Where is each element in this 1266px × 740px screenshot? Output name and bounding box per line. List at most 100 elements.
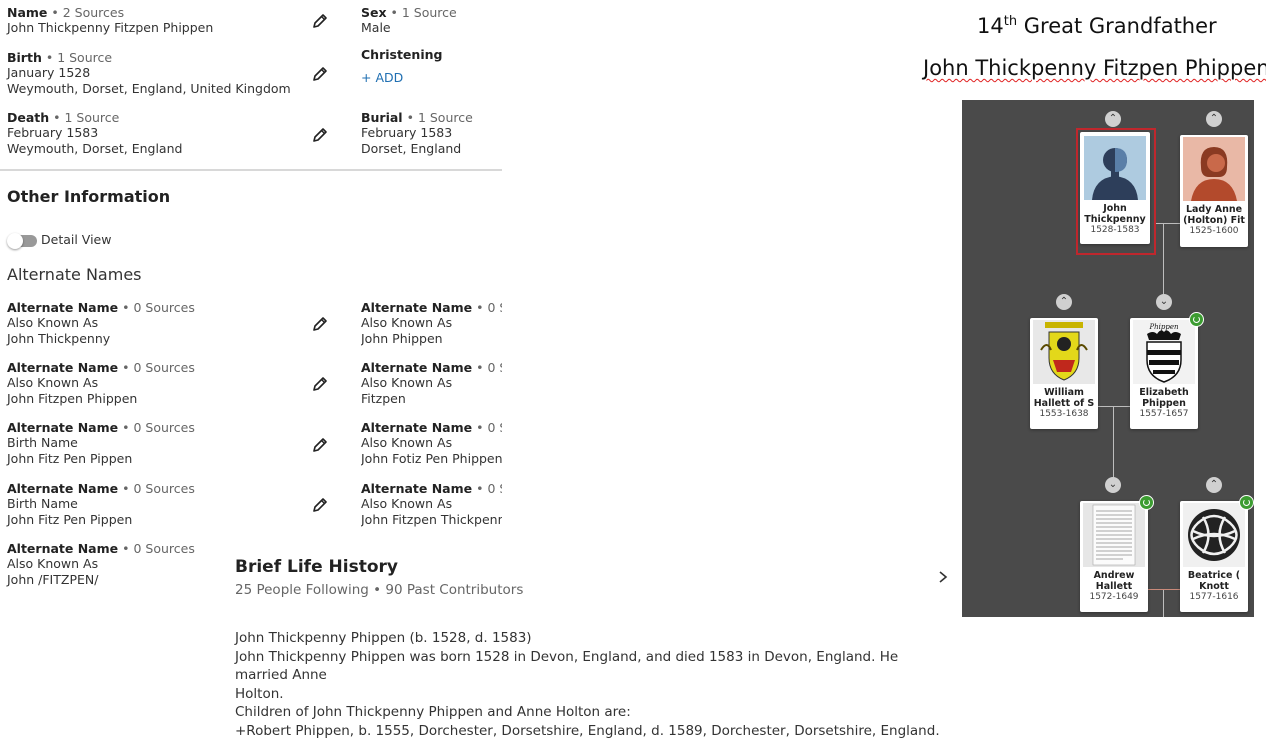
source-count[interactable]: • 1 Source <box>53 110 119 125</box>
source-count[interactable]: • 0 Sources <box>122 360 195 375</box>
knot-emblem-icon <box>1183 503 1245 567</box>
alt-name-right-4: Alternate Name • 0 Sou Also Known As Joh… <box>361 481 502 528</box>
alt-name-type: Also Known As <box>361 496 502 512</box>
alt-name-type: Birth Name <box>7 496 195 512</box>
life-history-title: Brief Life History <box>235 557 398 577</box>
person-name: Beatrice ( <box>1180 570 1248 581</box>
life-history-text: John Thickpenny Phippen (b. 1528, d. 158… <box>235 629 955 740</box>
expand-down-icon[interactable]: ⌄ <box>1105 477 1121 493</box>
person-card-elizabeth[interactable]: Phippen Elizabeth Phippen 1557-1657 <box>1130 318 1198 429</box>
edit-pencil-icon[interactable] <box>311 65 329 83</box>
add-christening-link[interactable]: + ADD <box>361 70 442 85</box>
alt-name-label: Alternate Name <box>361 360 472 375</box>
record-hint-icon[interactable] <box>1189 312 1204 327</box>
family-tree-panel[interactable]: ⌃ ⌃ ⌃ ⌄ ⌄ ⌃ John Thickpenny 1528-1583 La… <box>962 100 1254 617</box>
person-name: Lady Anne <box>1180 204 1248 215</box>
alt-name-value: John Fotiz Pen Phippen <box>361 451 502 467</box>
person-card-william[interactable]: William Hallett of S 1553-1638 <box>1030 318 1098 429</box>
alt-name-right-3: Alternate Name • 0 Sou Also Known As Joh… <box>361 420 502 467</box>
source-count[interactable]: • 0 Sou <box>476 420 502 435</box>
source-count[interactable]: • 0 Sou <box>476 360 502 375</box>
alt-name-label: Alternate Name <box>7 360 118 375</box>
vital-label-text: Sex <box>361 5 387 20</box>
male-silhouette-icon <box>1084 136 1146 200</box>
alt-name-value: John Phippen <box>361 331 502 347</box>
source-count[interactable]: • 0 Sources <box>122 541 195 556</box>
person-card-andrew[interactable]: Andrew Hallett 1572-1649 <box>1080 501 1148 612</box>
relationship-heading: 14th Great Grandfather <box>977 14 1217 38</box>
alt-name-left-4: Alternate Name • 0 Sources Birth Name Jo… <box>7 481 195 528</box>
expand-up-icon[interactable]: ⌃ <box>1206 111 1222 127</box>
relation-suffix: th <box>1004 14 1017 29</box>
vital-death: Death • 1 Source February 1583 Weymouth,… <box>7 110 182 157</box>
alt-name-value: Fitzpen <box>361 391 502 407</box>
person-name: Knott <box>1180 581 1248 592</box>
edit-pencil-icon[interactable] <box>311 496 329 514</box>
detail-view-toggle[interactable] <box>9 235 37 247</box>
person-name: Hallett of S <box>1030 398 1098 409</box>
person-card-john[interactable]: John Thickpenny 1528-1583 <box>1080 132 1150 244</box>
person-years: 1557-1657 <box>1130 409 1198 420</box>
source-count[interactable]: • 0 Sou <box>476 481 502 496</box>
coat-of-arms-icon <box>1033 320 1095 384</box>
edit-pencil-icon[interactable] <box>311 436 329 454</box>
record-hint-icon[interactable] <box>1139 495 1154 510</box>
alt-name-label: Alternate Name <box>7 541 118 556</box>
expand-up-icon[interactable]: ⌃ <box>1206 477 1222 493</box>
alt-name-value: John Thickpenny <box>7 331 195 347</box>
edit-pencil-icon[interactable] <box>311 315 329 333</box>
vital-label: Name • 2 Sources <box>7 5 213 20</box>
source-count[interactable]: • 0 Sou <box>476 300 502 315</box>
alt-name-type: Also Known As <box>7 556 195 572</box>
tree-connector <box>1098 406 1130 407</box>
person-name: John <box>1080 203 1150 214</box>
person-years: 1528-1583 <box>1080 225 1150 236</box>
source-count[interactable]: • 0 Sources <box>122 481 195 496</box>
alt-name-right-2: Alternate Name • 0 Sou Also Known As Fit… <box>361 360 502 407</box>
alt-name-value: John Fitz Pen Pippen <box>7 512 195 528</box>
source-count[interactable]: • 1 Source <box>46 50 112 65</box>
bio-line: John Thickpenny Phippen was born 1528 in… <box>235 648 955 685</box>
bio-line: Children of John Thickpenny Phippen and … <box>235 703 955 722</box>
relation-text: Great Grandfather <box>1017 14 1217 38</box>
person-card-anne[interactable]: Lady Anne (Holton) Fit 1525-1600 <box>1180 135 1248 247</box>
bio-line: Holton. <box>235 685 955 704</box>
vital-label-text: Birth <box>7 50 42 65</box>
vital-date: February 1583 <box>361 125 473 141</box>
vital-burial: Burial • 1 Source February 1583 Dorset, … <box>361 110 473 157</box>
person-years: 1525-1600 <box>1180 226 1248 237</box>
chevron-right-icon[interactable] <box>937 570 949 584</box>
source-count[interactable]: • 1 Source <box>407 110 473 125</box>
source-count[interactable]: • 1 Source <box>391 5 457 20</box>
source-count[interactable]: • 2 Sources <box>51 5 124 20</box>
expand-down-icon[interactable]: ⌄ <box>1156 294 1172 310</box>
edit-pencil-icon[interactable] <box>311 375 329 393</box>
person-years: 1577-1616 <box>1180 592 1248 603</box>
expand-up-icon[interactable]: ⌃ <box>1056 294 1072 310</box>
alt-name-type: Birth Name <box>7 435 195 451</box>
alt-name-value: John /FITZPEN/ <box>7 572 195 588</box>
document-page-icon <box>1083 503 1145 567</box>
person-years: 1553-1638 <box>1030 409 1098 420</box>
person-card-beatrice[interactable]: Beatrice ( Knott 1577-1616 <box>1180 501 1248 612</box>
alt-name-value: John Fitzpen Thickpenny <box>361 512 502 528</box>
bio-line: John Thickpenny Phippen (b. 1528, d. 158… <box>235 629 955 648</box>
person-name: William <box>1030 387 1098 398</box>
alt-name-label: Alternate Name <box>361 420 472 435</box>
tree-connector <box>1163 590 1164 617</box>
life-history-meta[interactable]: 25 People Following • 90 Past Contributo… <box>235 582 523 598</box>
vital-label-text: Name <box>7 5 47 20</box>
vital-birth: Birth • 1 Source January 1528 Weymouth, … <box>7 50 291 97</box>
section-divider <box>0 169 502 171</box>
record-hint-icon[interactable] <box>1239 495 1254 510</box>
expand-up-icon[interactable]: ⌃ <box>1105 111 1121 127</box>
alt-name-label: Alternate Name <box>7 300 118 315</box>
alt-name-label: Alternate Name <box>7 481 118 496</box>
person-name: Elizabeth <box>1130 387 1198 398</box>
alt-name-type: Also Known As <box>361 375 502 391</box>
source-count[interactable]: • 0 Sources <box>122 300 195 315</box>
vital-place: Weymouth, Dorset, England, United Kingdo… <box>7 81 291 97</box>
edit-pencil-icon[interactable] <box>311 126 329 144</box>
edit-pencil-icon[interactable] <box>311 12 329 30</box>
source-count[interactable]: • 0 Sources <box>122 420 195 435</box>
